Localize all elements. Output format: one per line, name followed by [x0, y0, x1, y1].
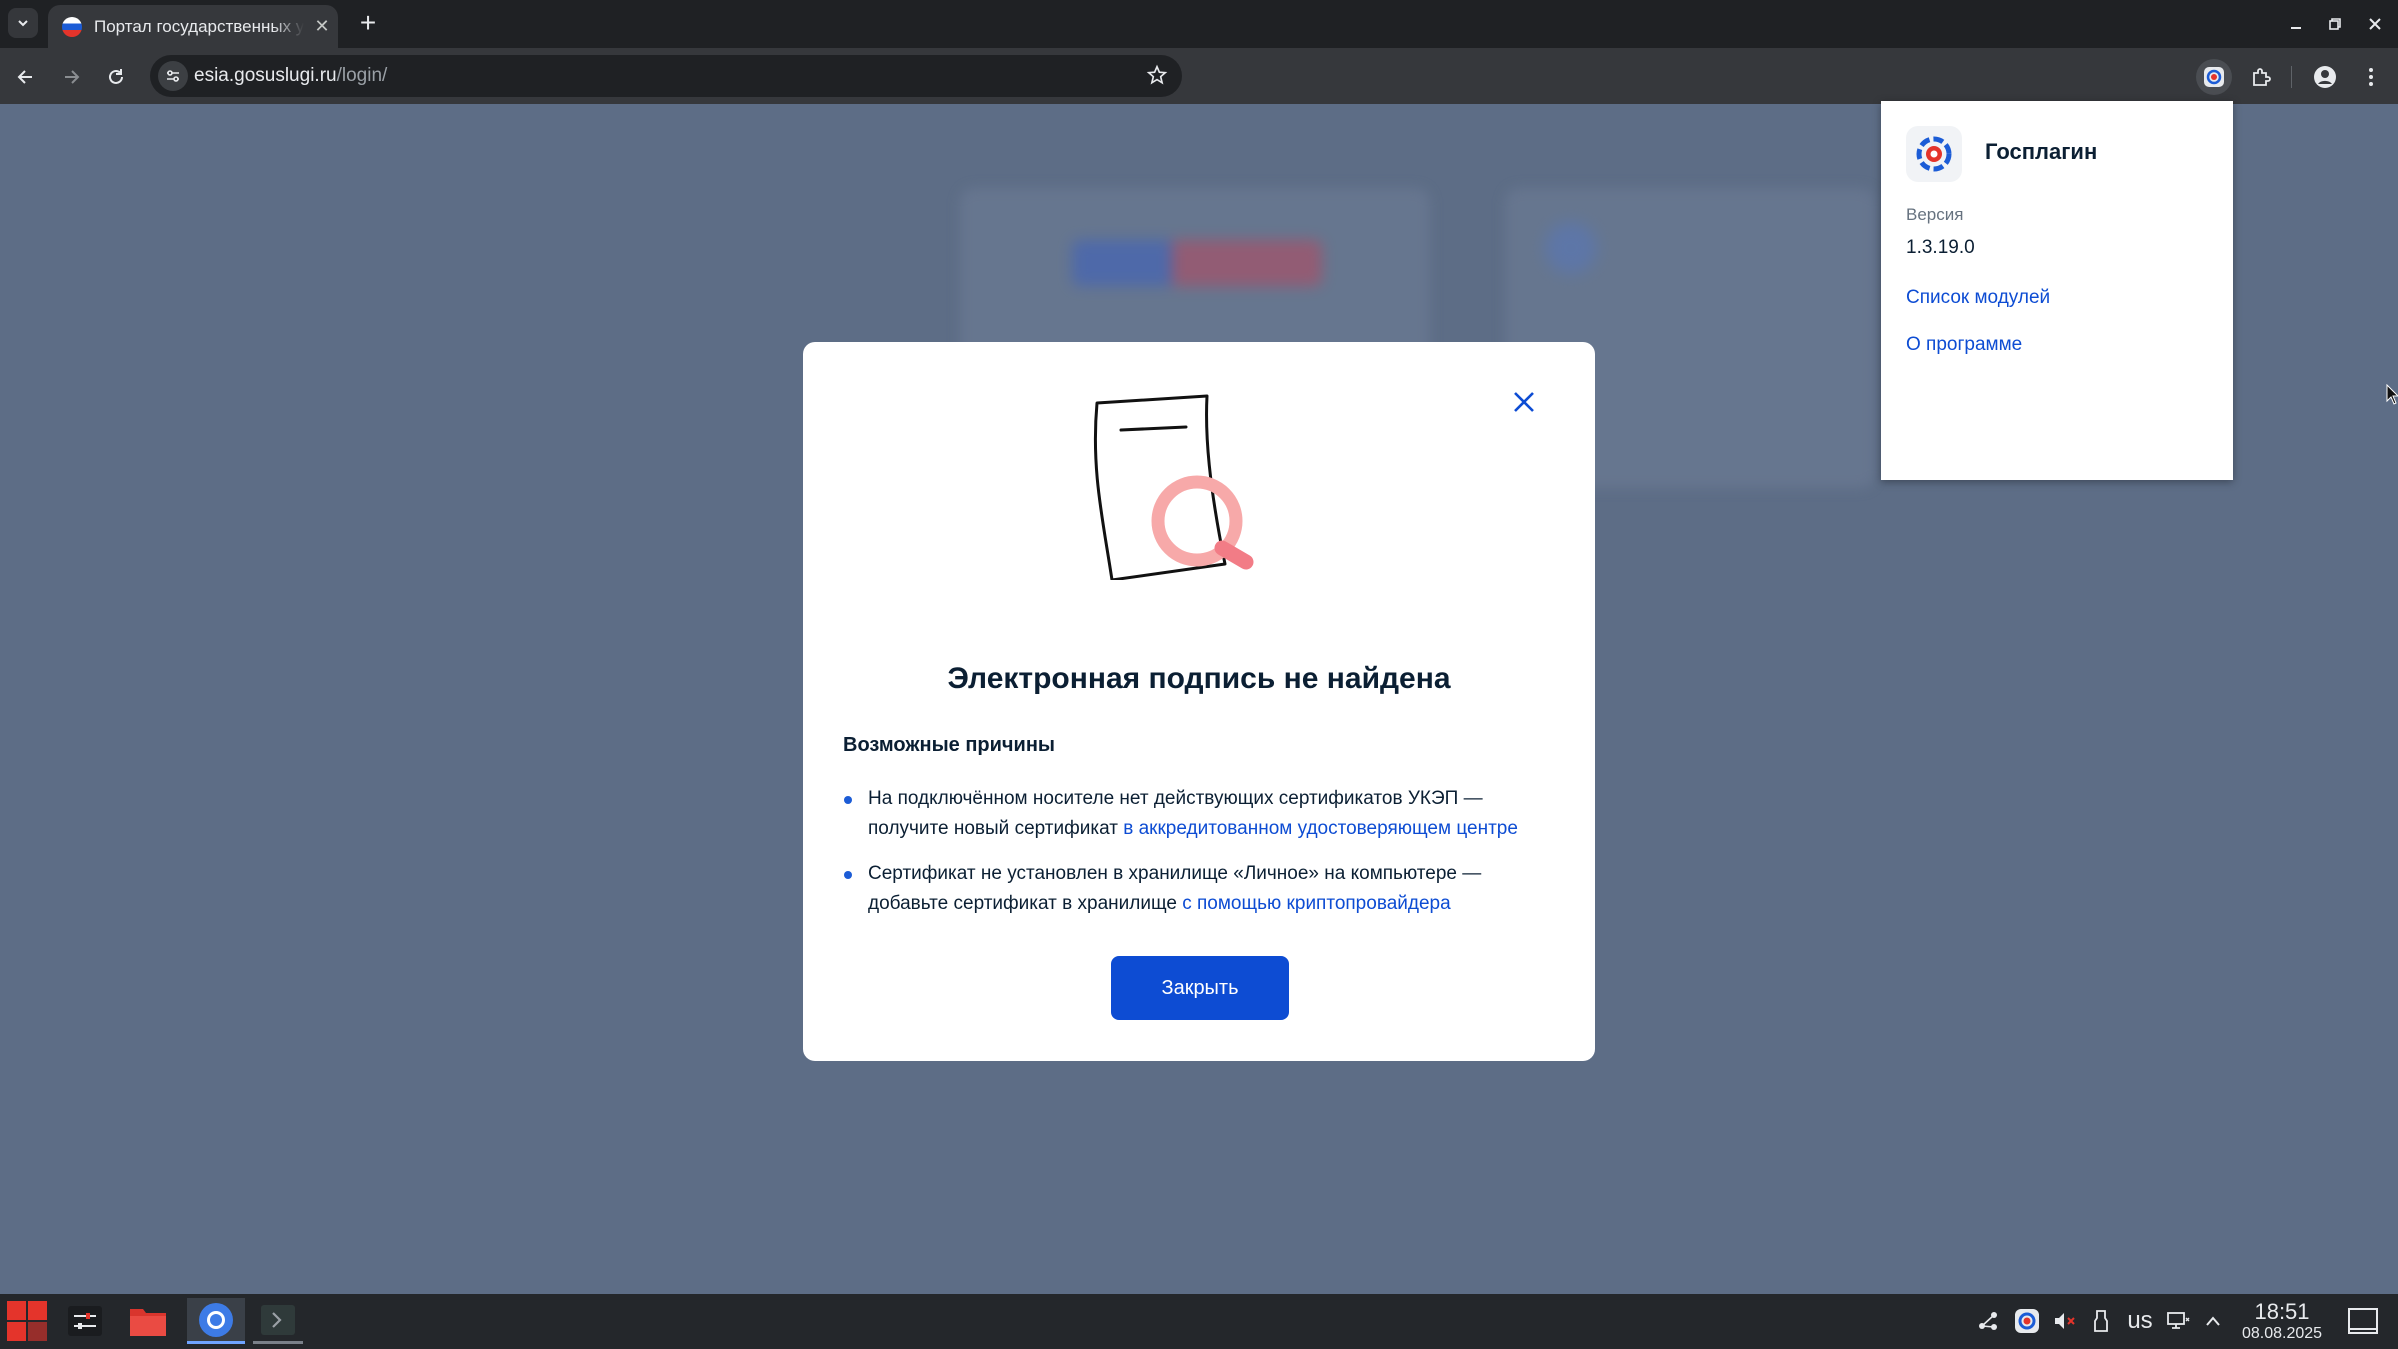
- signature-not-found-dialog: Электронная подпись не найдена Возможные…: [803, 342, 1595, 1061]
- reload-icon[interactable]: [99, 60, 133, 94]
- reasons-list: На подключённом носителе нет действующих…: [843, 784, 1563, 934]
- tab-close-icon[interactable]: ✕: [310, 16, 334, 37]
- modules-list-link[interactable]: Список модулей: [1906, 287, 2050, 309]
- bullet-dot: [844, 796, 852, 804]
- about-program-link[interactable]: О программе: [1906, 334, 2022, 356]
- keyboard-layout[interactable]: us: [2120, 1306, 2160, 1336]
- document-magnifier-illustration: [1093, 394, 1254, 580]
- address-bar[interactable]: esia.gosuslugi.ru/login/: [150, 55, 1182, 97]
- tab-title: Портал государственных услуг: [94, 16, 304, 36]
- forward-arrow-icon[interactable]: [54, 60, 88, 94]
- settings-sliders-icon[interactable]: [60, 1298, 110, 1344]
- url-host: esia.gosuslugi.ru: [194, 65, 337, 86]
- gosuslugi-favicon-icon: [62, 16, 82, 37]
- clock-time: 18:51: [2254, 1299, 2310, 1324]
- accredited-ca-link[interactable]: в аккредитованном удостоверяющем центре: [1123, 818, 1518, 839]
- extensions-puzzle-icon[interactable]: [2243, 59, 2279, 95]
- url-text: esia.gosuslugi.ru/login/: [194, 65, 387, 87]
- terminal-icon[interactable]: [253, 1298, 303, 1344]
- background-icon-blurred: [1545, 222, 1597, 274]
- dialog-title: Электронная подпись не найдена: [947, 662, 1451, 695]
- tab-bar: Портал государственных услуг ✕ +: [0, 0, 2398, 48]
- version-value: 1.3.19.0: [1906, 237, 1975, 258]
- usb-device-icon[interactable]: [2089, 1306, 2113, 1336]
- new-tab-icon[interactable]: +: [352, 8, 384, 40]
- site-settings-icon[interactable]: [158, 61, 188, 91]
- bookmark-star-icon[interactable]: [1146, 64, 1168, 91]
- taskbar-clock[interactable]: 18:51 08.08.2025: [2236, 1300, 2328, 1344]
- close-button[interactable]: Закрыть: [1111, 956, 1289, 1020]
- gosplugin-extension-icon[interactable]: [2196, 59, 2232, 95]
- network-status-icon[interactable]: [2163, 1306, 2193, 1336]
- gosplugin-popup: Госплагин Версия 1.3.19.0 Список модулей…: [1881, 101, 2233, 480]
- clock-date: 08.08.2025: [2241, 1325, 2323, 1342]
- bullet-dot: [844, 871, 852, 879]
- popup-title: Госплагин: [1985, 139, 2098, 164]
- mouse-cursor-icon: [2386, 384, 2398, 405]
- list-item: Сертификат не установлен в хранилище «Ли…: [843, 859, 1563, 919]
- toolbar-separator: [2291, 66, 2292, 88]
- close-icon[interactable]: [1508, 386, 1540, 418]
- tab-active[interactable]: Портал государственных услуг ✕: [48, 5, 338, 48]
- show-desktop-icon[interactable]: [2345, 1306, 2381, 1336]
- url-path: /login/: [336, 65, 388, 86]
- chevron-down-icon: [18, 20, 28, 27]
- list-item: На подключённом носителе нет действующих…: [843, 784, 1563, 844]
- reasons-heading: Возможные причины: [843, 734, 1056, 756]
- taskbar: us 18:51 08.08.2025: [0, 1294, 2398, 1349]
- crypto-provider-link[interactable]: с помощью криптопровайдера: [1182, 893, 1450, 914]
- browser-menu-icon[interactable]: [2353, 59, 2389, 95]
- back-arrow-icon[interactable]: [9, 60, 43, 94]
- gosplugin-logo-icon: [1906, 126, 1962, 182]
- start-menu-icon[interactable]: [2, 1298, 52, 1344]
- close-window-icon[interactable]: [2360, 10, 2390, 38]
- network-share-icon[interactable]: [1973, 1306, 2003, 1336]
- volume-muted-icon[interactable]: [2050, 1306, 2080, 1336]
- browser-toolbar: esia.gosuslugi.ru/login/: [0, 48, 2398, 104]
- file-manager-icon[interactable]: [123, 1298, 173, 1344]
- minimize-window-icon[interactable]: [2281, 10, 2311, 38]
- profile-avatar-icon[interactable]: [2307, 59, 2343, 95]
- chromium-taskbar-icon[interactable]: [187, 1298, 245, 1344]
- chevron-up-icon[interactable]: [2199, 1306, 2227, 1336]
- version-label: Версия: [1906, 205, 1964, 224]
- tab-search-button[interactable]: [8, 8, 38, 38]
- gosplugin-tray-icon[interactable]: [2012, 1306, 2042, 1336]
- gosuslugi-logo-blurred: [1072, 240, 1322, 286]
- restore-window-icon[interactable]: [2320, 10, 2350, 38]
